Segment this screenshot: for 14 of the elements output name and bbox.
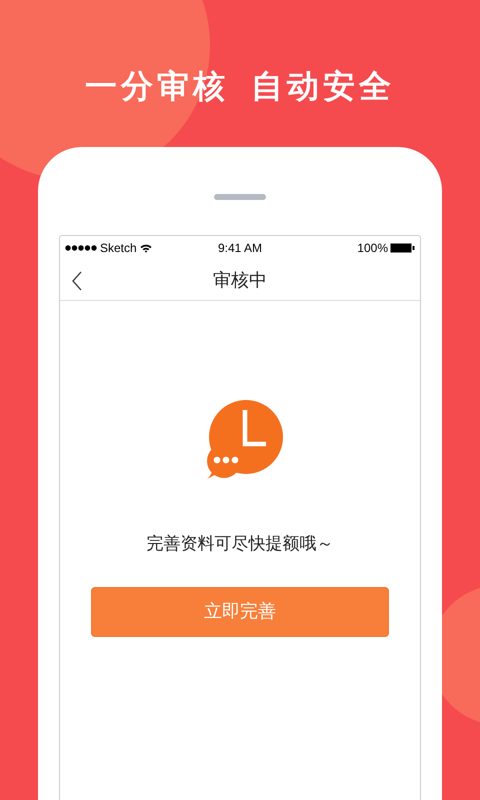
back-icon bbox=[72, 271, 82, 291]
back-button[interactable] bbox=[70, 270, 84, 292]
message-text: 完善资料可尽快提额哦～ bbox=[146, 533, 334, 555]
status-time: 9:41 AM bbox=[218, 240, 262, 257]
headline-text: 自动安全 bbox=[251, 67, 395, 106]
nav-title: 审核中 bbox=[213, 268, 267, 292]
wifi-icon bbox=[140, 244, 152, 252]
carrier-name: Sketch bbox=[100, 240, 137, 257]
signal-icon bbox=[65, 245, 97, 251]
battery-icon bbox=[390, 243, 415, 253]
headline-text: 一分审核 bbox=[85, 67, 229, 106]
battery-percent: 100% bbox=[357, 240, 388, 257]
phone-speaker bbox=[214, 194, 266, 200]
complete-button[interactable]: 立即完善 bbox=[91, 586, 389, 636]
